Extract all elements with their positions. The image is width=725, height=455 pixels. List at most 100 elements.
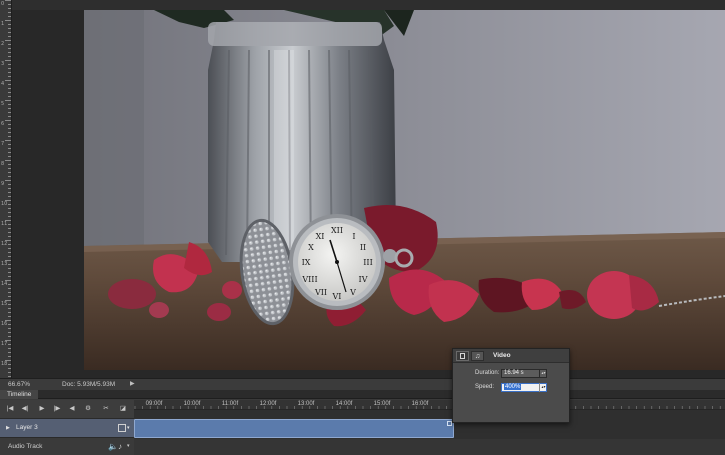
ruler-tick bbox=[8, 172, 11, 173]
ruler-tick bbox=[8, 156, 11, 157]
ruler-tick bbox=[8, 368, 11, 369]
ruler-tick bbox=[8, 136, 11, 137]
ruler-tick bbox=[8, 336, 11, 337]
ruler-tick bbox=[8, 248, 11, 249]
svg-text:II: II bbox=[360, 243, 366, 252]
popup-title: Video bbox=[493, 352, 511, 359]
ruler-label: 2 bbox=[1, 41, 5, 47]
playback-settings-button[interactable]: ⚙ bbox=[83, 404, 93, 414]
tab-timeline[interactable]: Timeline bbox=[0, 390, 39, 399]
photoshop-video-workspace: 0 1 2 3 4 5 6 7 8 9 10 11 12 13 14 15 16 17 18 bbox=[0, 0, 725, 455]
previous-frame-button[interactable]: ◀| bbox=[20, 404, 30, 414]
audio-track-header[interactable]: Audio Track 🔈 ♪ ▾ bbox=[0, 439, 134, 455]
ruler-tick bbox=[8, 176, 11, 177]
ruler-tick bbox=[8, 8, 11, 9]
ruler-tick bbox=[8, 56, 11, 57]
video-clip[interactable] bbox=[134, 419, 454, 438]
svg-text:VII: VII bbox=[314, 288, 327, 297]
ruler-tick bbox=[8, 96, 11, 97]
next-frame-button[interactable]: |▶ bbox=[52, 404, 62, 414]
ruler-tick bbox=[8, 356, 11, 357]
ruler-tick bbox=[8, 372, 11, 373]
svg-text:IX: IX bbox=[302, 258, 311, 267]
ruler-tick bbox=[8, 252, 11, 253]
ruler-tick bbox=[8, 312, 11, 313]
document-canvas[interactable]: XII VI IX III XI I II IV V VII VIII X bbox=[84, 10, 725, 370]
ruler-tick bbox=[8, 128, 11, 129]
ruler-tick bbox=[8, 48, 11, 49]
ruler-tick bbox=[8, 216, 11, 217]
ruler-tick bbox=[8, 196, 11, 197]
ruler-label: 4 bbox=[1, 81, 5, 87]
mute-audio-button[interactable]: ◀ bbox=[67, 404, 77, 414]
ruler-tick bbox=[8, 212, 11, 213]
speed-spinner-icon[interactable]: ▴▾ bbox=[539, 383, 547, 392]
status-menu-arrow-icon[interactable]: ▶ bbox=[130, 379, 135, 390]
ruler-tick bbox=[8, 236, 11, 237]
ruler-tick bbox=[8, 132, 11, 133]
ruler-tick bbox=[8, 112, 11, 113]
ruler-tick bbox=[5, 0, 11, 1]
ruler-tick bbox=[8, 28, 11, 29]
ruler-tick bbox=[8, 16, 11, 17]
options-bar-edge bbox=[0, 0, 725, 10]
ruler-tick bbox=[8, 116, 11, 117]
first-frame-button[interactable]: |◀ bbox=[5, 404, 15, 414]
svg-text:IV: IV bbox=[359, 275, 368, 284]
ruler-tick bbox=[8, 376, 11, 377]
ruler-tick bbox=[8, 328, 11, 329]
speaker-icon[interactable]: 🔈 bbox=[108, 439, 118, 454]
svg-text:VIII: VIII bbox=[301, 275, 317, 284]
ruler-label: 6 bbox=[1, 121, 5, 127]
ruler-tick bbox=[5, 40, 11, 41]
ruler-tick bbox=[8, 168, 11, 169]
ruler-tick bbox=[8, 36, 11, 37]
ruler-tick bbox=[5, 160, 11, 161]
layer-track-header[interactable]: ▶ Layer 3 ▾ bbox=[0, 418, 134, 438]
duration-label: Duration: bbox=[475, 370, 500, 376]
video-tab-button[interactable] bbox=[456, 351, 469, 361]
vertical-ruler: 0 1 2 3 4 5 6 7 8 9 10 11 12 13 14 15 16 17 18 bbox=[0, 0, 12, 378]
ruler-tick bbox=[5, 60, 11, 61]
transition-button[interactable]: ◪ bbox=[118, 404, 128, 414]
ruler-label: 13 bbox=[1, 261, 8, 267]
ruler-tick bbox=[8, 68, 11, 69]
ruler-label: 18 bbox=[1, 361, 8, 367]
split-at-playhead-button[interactable]: ✂ bbox=[101, 404, 111, 414]
chevron-down-icon[interactable]: ▾ bbox=[127, 419, 130, 437]
expand-arrow-icon[interactable]: ▶ bbox=[6, 419, 10, 437]
ruler-tick bbox=[8, 32, 11, 33]
film-strip-icon[interactable] bbox=[118, 424, 126, 432]
svg-text:V: V bbox=[349, 288, 356, 297]
popup-header: ♫ Video bbox=[453, 349, 569, 363]
document-status-bar: 66.67% Doc: 5.93M/5.93M ▶ bbox=[0, 378, 725, 390]
ruler-tick bbox=[8, 208, 11, 209]
chevron-down-icon[interactable]: ▾ bbox=[127, 439, 130, 454]
ruler-tick bbox=[8, 152, 11, 153]
timeline-ruler[interactable]: 09:00f 10:00f 11:00f 12:00f 13:00f 14:00… bbox=[134, 400, 725, 410]
ruler-label: 7 bbox=[1, 141, 5, 147]
canvas-photo: XII VI IX III XI I II IV V VII VIII X bbox=[84, 10, 725, 370]
ruler-tick bbox=[8, 148, 11, 149]
ruler-tick bbox=[8, 272, 11, 273]
speed-value-selected: 400% bbox=[504, 384, 522, 390]
ruler-tick bbox=[5, 80, 11, 81]
ruler-tick bbox=[8, 268, 11, 269]
music-note-icon[interactable]: ♪ bbox=[118, 439, 122, 454]
timeline-ruler-ticks bbox=[134, 406, 721, 409]
ruler-tick bbox=[5, 180, 11, 181]
ruler-tick bbox=[8, 296, 11, 297]
duration-spinner-icon[interactable]: ▴▾ bbox=[539, 369, 547, 378]
ruler-label: 15 bbox=[1, 301, 8, 307]
audio-tab-button[interactable]: ♫ bbox=[471, 351, 484, 361]
svg-text:I: I bbox=[352, 232, 355, 241]
play-button[interactable]: ▶ bbox=[37, 404, 47, 414]
ruler-tick bbox=[8, 332, 11, 333]
layer-track-name: Layer 3 bbox=[16, 424, 38, 431]
zoom-level-field[interactable]: 66.67% bbox=[8, 379, 30, 390]
svg-text:XII: XII bbox=[331, 226, 343, 235]
ruler-tick bbox=[5, 140, 11, 141]
ruler-label: 11 bbox=[1, 221, 8, 227]
video-options-popup: ♫ Video Duration: 16.94 s ▴▾ Speed: 400%… bbox=[452, 348, 570, 423]
svg-text:XI: XI bbox=[316, 232, 325, 241]
